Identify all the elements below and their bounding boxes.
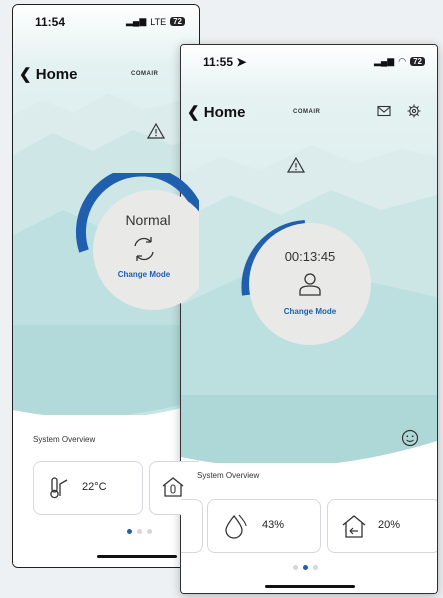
left-phone-screen: 11:54 ▂▄▆ LTE 72 ❮ Home COMAIR Normal Ch… [12, 4, 200, 568]
page-indicator [293, 565, 318, 570]
back-button[interactable]: ❮ Home [19, 65, 77, 83]
chevron-left-icon: ❮ [19, 66, 32, 83]
status-indicators: ▂▄▆ LTE 72 [126, 16, 185, 27]
status-time: 11:55 ➤ [203, 55, 247, 69]
ventilation-value: 20% [378, 519, 401, 531]
brand-logo: COMAIR [293, 109, 321, 115]
page-dot-1[interactable] [293, 565, 298, 570]
signal-icon: ▂▄▆ [374, 56, 395, 66]
page-dot-1[interactable] [127, 529, 132, 534]
status-bar: 11:54 ▂▄▆ LTE 72 [13, 5, 199, 39]
smiley-icon[interactable] [401, 429, 419, 447]
thermometer-icon [50, 477, 68, 499]
change-mode-button[interactable]: Change Mode [75, 270, 199, 279]
temperature-value: 22°C [82, 481, 107, 493]
back-button[interactable]: ❮ Home [187, 103, 245, 121]
system-overview-title: System Overview [33, 435, 96, 444]
gear-icon[interactable] [407, 104, 421, 118]
brand-logo: COMAIR [131, 71, 159, 77]
mail-icon[interactable] [377, 105, 391, 117]
location-arrow-icon: ➤ [236, 55, 247, 69]
status-bar: 11:55 ➤ ▂▄▆ ◠ 72 [181, 45, 437, 79]
warning-icon[interactable] [287, 157, 305, 173]
cycle-arrows-icon [134, 237, 154, 261]
mode-label: Normal [125, 212, 171, 228]
network-label: LTE [150, 16, 167, 27]
page-dot-3[interactable] [313, 565, 318, 570]
humidity-card[interactable]: 43% [207, 499, 321, 553]
change-mode-button[interactable]: Change Mode [249, 307, 371, 316]
back-label: Home [35, 66, 78, 83]
page-dot-2[interactable] [303, 565, 308, 570]
signal-icon: ▂▄▆ [126, 16, 147, 26]
house-thermometer-icon [162, 477, 184, 497]
timer-label: 00:13:45 [284, 249, 336, 264]
partial-card[interactable] [181, 499, 203, 553]
battery-icon: 72 [170, 17, 185, 26]
humidity-value: 43% [262, 519, 285, 531]
person-icon [299, 273, 321, 296]
wifi-icon: ◠ [398, 56, 407, 66]
right-phone-screen: 11:55 ➤ ▂▄▆ ◠ 72 ❮ Home COMAIR 00:13:45 … [180, 44, 438, 594]
temperature-card[interactable]: 22°C [33, 461, 143, 515]
page-dot-3[interactable] [147, 529, 152, 534]
battery-icon: 72 [410, 57, 425, 66]
house-exchange-icon [342, 515, 366, 538]
page-indicator [127, 529, 152, 534]
home-indicator[interactable] [265, 585, 355, 588]
home-indicator[interactable] [97, 555, 177, 558]
page-dot-2[interactable] [137, 529, 142, 534]
system-overview-title: System Overview [197, 471, 260, 480]
chevron-left-icon: ❮ [187, 104, 200, 121]
warning-icon[interactable] [147, 123, 165, 139]
mode-circle[interactable]: 00:13:45 Change Mode [249, 223, 371, 345]
status-indicators: ▂▄▆ ◠ 72 [374, 56, 425, 67]
status-time: 11:54 [35, 15, 66, 29]
humidity-drop-icon [225, 514, 247, 539]
back-label: Home [203, 104, 246, 121]
ventilation-card[interactable]: 20% [327, 499, 437, 553]
